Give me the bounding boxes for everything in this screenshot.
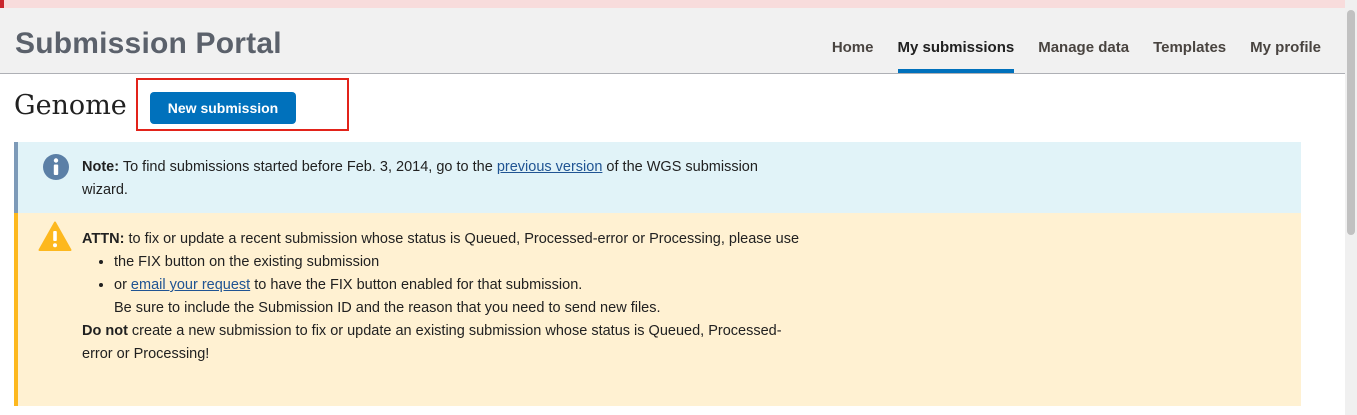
portal-title: Submission Portal [15,27,282,60]
warning-icon [38,221,72,251]
note-label: Note: [82,159,120,175]
note-alert: Note: To find submissions started before… [14,142,1301,213]
attn-intro-line: ATTN: to fix or update a recent submissi… [82,228,802,251]
main-nav: Home My submissions Manage data Template… [820,8,1333,73]
attn-warning-line: Do not create a new submission to fix or… [82,320,802,366]
attn-warning-text: create a new submission to fix or update… [82,323,782,362]
site-header: Submission Portal Home My submissions Ma… [0,8,1345,74]
new-submission-button[interactable]: New submission [150,92,296,124]
nav-home[interactable]: Home [820,8,886,73]
attn-warning-bold: Do not [82,323,128,339]
previous-version-link[interactable]: previous version [497,159,603,175]
nav-templates[interactable]: Templates [1141,8,1238,73]
attn-alert: ATTN: to fix or update a recent submissi… [14,213,1301,406]
attn-list-item-email: or email your request to have the FIX bu… [114,274,802,320]
attn-list: the FIX button on the existing submissio… [82,251,802,320]
note-text-before: To find submissions started before Feb. … [119,159,497,175]
attn-item2-subline: Be sure to include the Submission ID and… [114,300,661,316]
attn-item2-suffix: to have the FIX button enabled for that … [250,277,583,293]
info-icon [43,154,69,180]
nav-manage-data[interactable]: Manage data [1026,8,1141,73]
page-title: Genome [14,90,127,121]
attn-list-item-fix-button: the FIX button on the existing submissio… [114,251,802,274]
attn-text: ATTN: to fix or update a recent submissi… [82,228,802,366]
page-scrollbar[interactable] [1345,0,1357,415]
attn-intro: to fix or update a recent submission who… [124,231,800,247]
email-request-link[interactable]: email your request [131,277,250,293]
top-alert-strip [0,0,1345,8]
scrollbar-thumb[interactable] [1347,10,1355,235]
attn-label: ATTN: [82,231,125,247]
note-text: Note: To find submissions started before… [82,156,802,202]
nav-my-submissions[interactable]: My submissions [886,8,1027,73]
nav-my-profile[interactable]: My profile [1238,8,1333,73]
attn-item2-prefix: or [114,277,131,293]
